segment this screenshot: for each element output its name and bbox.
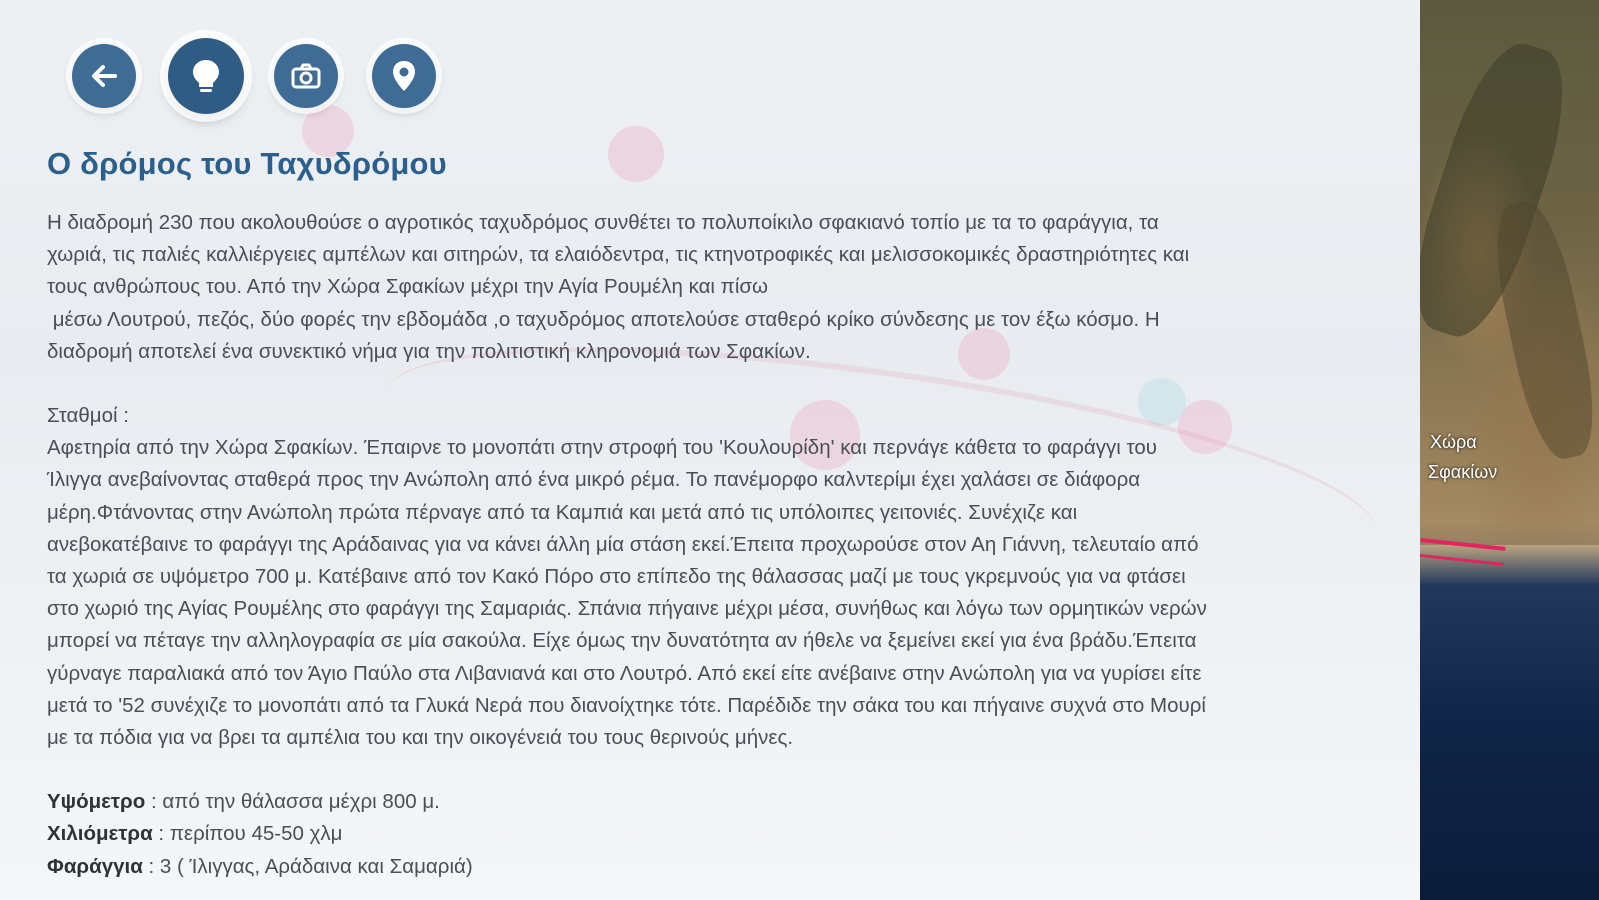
stations-line: γύρναγε παραλιακά από τον Άγιο Παύλο στα… bbox=[47, 661, 1202, 685]
article-body: Η διαδρομή 230 που ακολουθούσε ο αγροτικ… bbox=[47, 207, 1407, 883]
stations-line: με τα πόδια για να βρει τα αμπέλια του κ… bbox=[47, 726, 794, 750]
stations-heading: Σταθμοί : bbox=[47, 404, 129, 428]
stations-line: μέρη.Φτάνοντας στην Ανώπολη πρώτα πέρναγ… bbox=[47, 500, 1078, 524]
stations-line: Ίλιγγα ανεβαίνοντας σταθερά προς την Ανώ… bbox=[47, 468, 1141, 492]
content-panel: Ο δρόμος του Ταχυδρόμου Η διαδρομή 230 π… bbox=[0, 0, 1420, 900]
fact-value: : 3 ( Ίλιγγας, Αράδαινα και Σαμαριά) bbox=[142, 854, 473, 878]
fact-label: Φαράγγια bbox=[47, 854, 143, 878]
stations-line: στο χωριό της Αγίας Ρουμέλης στο φαράγγι… bbox=[47, 597, 1207, 621]
intro-line: Η διαδρομή 230 που ακολουθούσε ο αγροτικ… bbox=[47, 211, 1159, 234]
fact-label: Υψόμετρο bbox=[47, 790, 146, 814]
photos-button[interactable] bbox=[274, 44, 338, 108]
map-label: Σφακίων bbox=[1428, 462, 1498, 482]
stations-line: μετά το '52 συνέχιζε το μονοπάτι από τα … bbox=[47, 693, 1206, 717]
location-button[interactable] bbox=[372, 44, 436, 108]
intro-line: μέσω Λουτρού, πεζός, δύο φορές την εβδομ… bbox=[47, 307, 1160, 331]
stations-line: ανεβοκατέβαινε το φαράγγι της Αράδαινας … bbox=[47, 532, 1199, 556]
camera-icon bbox=[291, 63, 321, 89]
map-terrain bbox=[1483, 195, 1599, 465]
stations-line: Αφετηρία από την Χώρα Σφακίων. Έπαιρνε τ… bbox=[47, 436, 1157, 460]
info-button[interactable] bbox=[168, 38, 244, 114]
fact-distance: Χιλιόμετρα : περίπου 45-50 χλμ bbox=[47, 818, 1407, 850]
map-pin-icon bbox=[393, 61, 415, 91]
intro-line: χωριά, τις παλιές καλλιέργειες αμπέλων κ… bbox=[47, 243, 1190, 267]
fact-altitude: Υψόμετρο : από την θάλασσα μέχρι 800 μ. bbox=[47, 786, 1407, 818]
map-label: Χώρα bbox=[1430, 432, 1477, 452]
stations-line: τα χωριά σε υψόμετρο 700 μ. Κατέβαινε απ… bbox=[47, 565, 1186, 589]
satellite-map[interactable]: Χώρα Σφακίων bbox=[1420, 0, 1599, 900]
fact-value: : περίπου 45-50 χλμ bbox=[152, 822, 343, 846]
page-title: Ο δρόμος του Ταχυδρόμου bbox=[47, 146, 447, 181]
faded-map-marker bbox=[608, 126, 664, 182]
fact-value: : από την θάλασσα μέχρι 800 μ. bbox=[145, 790, 440, 814]
intro-line: τους ανθρώπους του. Από την Χώρα Σφακίων… bbox=[47, 275, 769, 299]
back-button[interactable] bbox=[72, 44, 136, 108]
fact-gorges: Φαράγγια : 3 ( Ίλιγγας, Αράδαινα και Σαμ… bbox=[47, 851, 1407, 883]
intro-line: διαδρομή αποτελεί ένα συνεκτικό νήμα για… bbox=[47, 339, 811, 363]
lightbulb-icon bbox=[193, 60, 219, 92]
fact-label: Χιλιόμετρα bbox=[47, 822, 153, 846]
arrow-left-icon bbox=[92, 65, 117, 87]
stations-line: μπορεί να πέταγε την αλληλογραφία σε μία… bbox=[47, 629, 1197, 653]
